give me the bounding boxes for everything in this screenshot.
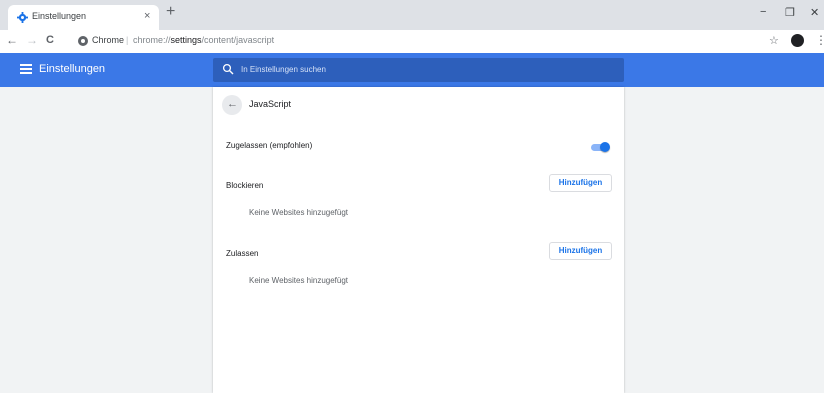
allow-empty-text: Keine Websites hinzugefügt (249, 276, 349, 285)
tab-settings[interactable]: Einstellungen × (8, 5, 159, 30)
tab-title: Einstellungen (32, 11, 87, 21)
page-title: JavaScript (249, 99, 292, 109)
origin-separator: | (126, 35, 129, 45)
close-window-button[interactable]: ✕ (810, 6, 819, 19)
forward-button[interactable]: → (26, 33, 38, 47)
search-icon (222, 63, 234, 75)
block-add-button[interactable]: Hinzufügen (549, 174, 612, 192)
gear-icon (17, 12, 28, 23)
address-bar[interactable]: Chrome | chrome://settings/content/javas… (76, 32, 756, 51)
arrow-left-icon: ← (227, 98, 238, 110)
new-tab-button[interactable]: + (166, 3, 175, 21)
url-text: chrome://settings/content/javascript (133, 35, 275, 45)
minimize-button[interactable]: − (760, 6, 766, 18)
left-panel (0, 87, 213, 393)
origin-chip: Chrome (92, 35, 125, 45)
header-title: Einstellungen (39, 63, 106, 75)
search-placeholder: In Einstellungen suchen (241, 65, 326, 74)
tab-close-icon[interactable]: × (144, 10, 150, 22)
toggle-knob (600, 142, 610, 152)
javascript-allowed-toggle[interactable] (591, 142, 610, 152)
allow-label: Zulassen (226, 249, 259, 258)
chrome-menu-icon[interactable]: ⋮ (815, 33, 824, 47)
chrome-site-icon (78, 36, 88, 46)
right-panel (624, 87, 824, 393)
block-empty-text: Keine Websites hinzugefügt (249, 208, 349, 217)
restore-button[interactable]: ❐ (785, 6, 795, 19)
allowed-label: Zugelassen (empfohlen) (226, 141, 313, 150)
settings-search-input[interactable]: In Einstellungen suchen (213, 58, 624, 82)
block-label: Blockieren (226, 181, 264, 190)
reload-button[interactable]: C (46, 34, 54, 46)
hamburger-icon[interactable] (20, 64, 32, 74)
bookmark-star-icon[interactable]: ☆ (769, 34, 779, 47)
settings-header: Einstellungen In Einstellungen suchen (0, 53, 824, 87)
back-button[interactable]: ← (6, 33, 18, 47)
profile-avatar[interactable] (791, 34, 804, 47)
page-back-button[interactable]: ← (222, 95, 242, 115)
allow-add-button[interactable]: Hinzufügen (549, 242, 612, 260)
javascript-settings-card: ← JavaScript Zugelassen (empfohlen) Bloc… (213, 87, 624, 393)
browser-toolbar: ← → C Chrome | chrome://settings/content… (0, 30, 824, 53)
tab-strip: Einstellungen × + − ❐ ✕ (0, 0, 824, 30)
